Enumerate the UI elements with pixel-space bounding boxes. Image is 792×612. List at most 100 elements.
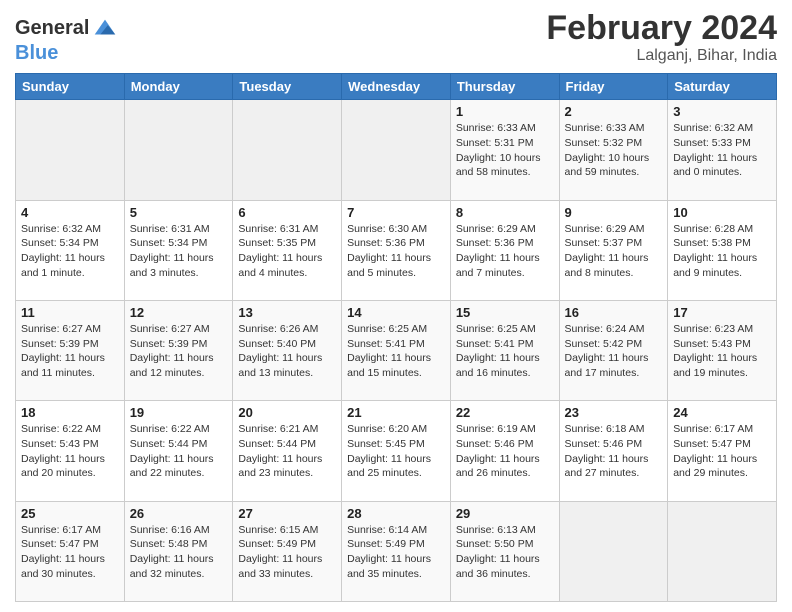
day-number: 24 [673, 405, 771, 420]
day-info: Sunrise: 6:26 AM Sunset: 5:40 PM Dayligh… [238, 322, 336, 381]
day-number: 15 [456, 305, 554, 320]
calendar-week-row: 25Sunrise: 6:17 AM Sunset: 5:47 PM Dayli… [16, 501, 777, 601]
day-number: 7 [347, 205, 445, 220]
day-number: 16 [565, 305, 663, 320]
logo-text-general: General [15, 17, 89, 39]
calendar-day-cell: 22Sunrise: 6:19 AM Sunset: 5:46 PM Dayli… [450, 401, 559, 501]
calendar-day-cell: 29 Sunrise: 6:13 AM Sunset: 5:50 PM Dayli… [450, 501, 559, 601]
day-info: Sunrise: 6:18 AM Sunset: 5:46 PM Dayligh… [565, 422, 663, 481]
day-info: Sunrise: 6:17 AM Sunset: 5:47 PM Dayligh… [673, 422, 771, 481]
day-info: Sunrise: 6:31 AM Sunset: 5:34 PM Dayligh… [130, 222, 228, 281]
calendar-day-cell [342, 100, 451, 200]
day-info: Sunrise: 6:23 AM Sunset: 5:43 PM Dayligh… [673, 322, 771, 381]
calendar-week-row: 11 Sunrise: 6:27 AM Sunset: 5:39 PM Dayli… [16, 301, 777, 401]
calendar-day-cell: 1 Sunrise: 6:33 AM Sunset: 5:31 PM Daylig… [450, 100, 559, 200]
day-number: 20 [238, 405, 336, 420]
calendar-day-cell: 20 Sunrise: 6:21 AM Sunset: 5:44 PM Dayli… [233, 401, 342, 501]
calendar-day-cell: 21Sunrise: 6:20 AM Sunset: 5:45 PM Dayli… [342, 401, 451, 501]
day-number: 14 [347, 305, 445, 320]
calendar-week-row: 18Sunrise: 6:22 AM Sunset: 5:43 PM Dayli… [16, 401, 777, 501]
day-info: Sunrise: 6:29 AM Sunset: 5:37 PM Dayligh… [565, 222, 663, 281]
title-block: February 2024 Lalganj, Bihar, India [546, 10, 777, 65]
day-number: 27 [238, 506, 336, 521]
day-number: 29 [456, 506, 554, 521]
calendar-day-cell [233, 100, 342, 200]
calendar-subtitle: Lalganj, Bihar, India [546, 47, 777, 65]
calendar-day-cell: 17 Sunrise: 6:23 AM Sunset: 5:43 PM Dayli… [668, 301, 777, 401]
day-info: Sunrise: 6:31 AM Sunset: 5:35 PM Dayligh… [238, 222, 336, 281]
calendar-day-cell: 5 Sunrise: 6:31 AM Sunset: 5:34 PM Daylig… [124, 200, 233, 300]
day-number: 28 [347, 506, 445, 521]
day-info: Sunrise: 6:16 AM Sunset: 5:48 PM Dayligh… [130, 523, 228, 582]
calendar-day-cell: 24 Sunrise: 6:17 AM Sunset: 5:47 PM Dayli… [668, 401, 777, 501]
calendar-title: February 2024 [546, 10, 777, 47]
calendar-day-cell: 16 Sunrise: 6:24 AM Sunset: 5:42 PM Dayli… [559, 301, 668, 401]
day-info: Sunrise: 6:29 AM Sunset: 5:36 PM Dayligh… [456, 222, 554, 281]
calendar-day-cell: 7 Sunrise: 6:30 AM Sunset: 5:36 PM Daylig… [342, 200, 451, 300]
day-number: 6 [238, 205, 336, 220]
calendar-day-cell: 13Sunrise: 6:26 AM Sunset: 5:40 PM Dayli… [233, 301, 342, 401]
calendar-day-cell: 11Sunrise: 6:27 AM Sunset: 5:39 PM Dayli… [16, 301, 125, 401]
day-info: Sunrise: 6:32 AM Sunset: 5:33 PM Dayligh… [673, 121, 771, 180]
day-info: Sunrise: 6:33 AM Sunset: 5:32 PM Dayligh… [565, 121, 663, 180]
day-number: 10 [673, 205, 771, 220]
day-number: 5 [130, 205, 228, 220]
day-number: 26 [130, 506, 228, 521]
header: General Blue February 2024 Lalganj, Biha… [15, 10, 777, 65]
weekday-header-cell: Saturday [668, 74, 777, 100]
weekday-header-cell: Sunday [16, 74, 125, 100]
calendar-day-cell: 12 Sunrise: 6:27 AM Sunset: 5:39 PM Dayli… [124, 301, 233, 401]
weekday-header-cell: Thursday [450, 74, 559, 100]
calendar-day-cell: 9 Sunrise: 6:29 AM Sunset: 5:37 PM Daylig… [559, 200, 668, 300]
calendar-day-cell: 2 Sunrise: 6:33 AM Sunset: 5:32 PM Daylig… [559, 100, 668, 200]
day-info: Sunrise: 6:33 AM Sunset: 5:31 PM Dayligh… [456, 121, 554, 180]
day-number: 3 [673, 104, 771, 119]
calendar-day-cell [668, 501, 777, 601]
calendar-day-cell [559, 501, 668, 601]
day-info: Sunrise: 6:13 AM Sunset: 5:50 PM Dayligh… [456, 523, 554, 582]
day-number: 18 [21, 405, 119, 420]
day-number: 1 [456, 104, 554, 119]
logo-icon [91, 14, 119, 42]
weekday-header-cell: Wednesday [342, 74, 451, 100]
calendar-week-row: 1 Sunrise: 6:33 AM Sunset: 5:31 PM Daylig… [16, 100, 777, 200]
day-number: 9 [565, 205, 663, 220]
day-info: Sunrise: 6:21 AM Sunset: 5:44 PM Dayligh… [238, 422, 336, 481]
calendar-day-cell: 27Sunrise: 6:15 AM Sunset: 5:49 PM Dayli… [233, 501, 342, 601]
day-number: 17 [673, 305, 771, 320]
day-number: 12 [130, 305, 228, 320]
day-info: Sunrise: 6:25 AM Sunset: 5:41 PM Dayligh… [456, 322, 554, 381]
weekday-header-cell: Monday [124, 74, 233, 100]
day-info: Sunrise: 6:20 AM Sunset: 5:45 PM Dayligh… [347, 422, 445, 481]
calendar-day-cell: 8Sunrise: 6:29 AM Sunset: 5:36 PM Daylig… [450, 200, 559, 300]
day-number: 19 [130, 405, 228, 420]
day-info: Sunrise: 6:14 AM Sunset: 5:49 PM Dayligh… [347, 523, 445, 582]
calendar-week-row: 4Sunrise: 6:32 AM Sunset: 5:34 PM Daylig… [16, 200, 777, 300]
calendar-day-cell: 26 Sunrise: 6:16 AM Sunset: 5:48 PM Dayli… [124, 501, 233, 601]
day-number: 11 [21, 305, 119, 320]
day-info: Sunrise: 6:22 AM Sunset: 5:44 PM Dayligh… [130, 422, 228, 481]
calendar-day-cell: 14 Sunrise: 6:25 AM Sunset: 5:41 PM Dayli… [342, 301, 451, 401]
day-info: Sunrise: 6:27 AM Sunset: 5:39 PM Dayligh… [130, 322, 228, 381]
day-info: Sunrise: 6:30 AM Sunset: 5:36 PM Dayligh… [347, 222, 445, 281]
weekday-header-cell: Tuesday [233, 74, 342, 100]
calendar-day-cell: 23 Sunrise: 6:18 AM Sunset: 5:46 PM Dayli… [559, 401, 668, 501]
logo: General Blue [15, 14, 119, 64]
day-number: 25 [21, 506, 119, 521]
day-info: Sunrise: 6:25 AM Sunset: 5:41 PM Dayligh… [347, 322, 445, 381]
day-info: Sunrise: 6:24 AM Sunset: 5:42 PM Dayligh… [565, 322, 663, 381]
calendar-day-cell: 19 Sunrise: 6:22 AM Sunset: 5:44 PM Dayli… [124, 401, 233, 501]
day-number: 4 [21, 205, 119, 220]
day-info: Sunrise: 6:28 AM Sunset: 5:38 PM Dayligh… [673, 222, 771, 281]
calendar-day-cell: 3 Sunrise: 6:32 AM Sunset: 5:33 PM Daylig… [668, 100, 777, 200]
calendar-day-cell: 25Sunrise: 6:17 AM Sunset: 5:47 PM Dayli… [16, 501, 125, 601]
weekday-header-row: SundayMondayTuesdayWednesdayThursdayFrid… [16, 74, 777, 100]
day-number: 2 [565, 104, 663, 119]
calendar-day-cell [124, 100, 233, 200]
day-number: 23 [565, 405, 663, 420]
logo-text-blue: Blue [15, 42, 58, 64]
calendar-day-cell: 15 Sunrise: 6:25 AM Sunset: 5:41 PM Dayli… [450, 301, 559, 401]
day-number: 22 [456, 405, 554, 420]
calendar-day-cell: 18Sunrise: 6:22 AM Sunset: 5:43 PM Dayli… [16, 401, 125, 501]
calendar-day-cell: 10 Sunrise: 6:28 AM Sunset: 5:38 PM Dayli… [668, 200, 777, 300]
